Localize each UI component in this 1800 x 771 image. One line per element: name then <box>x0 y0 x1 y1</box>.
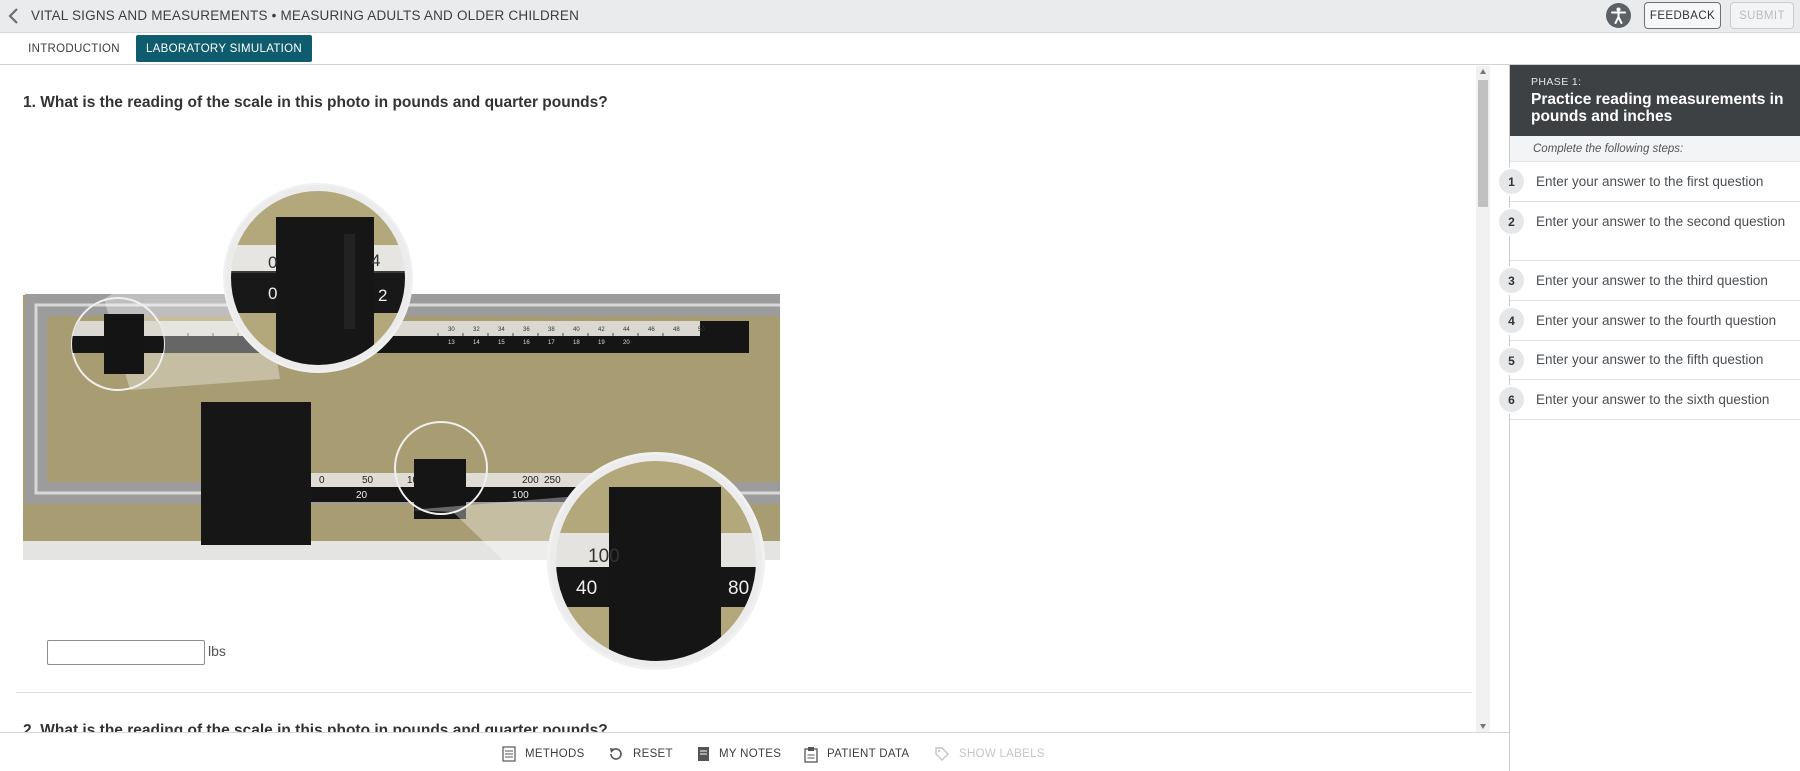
upper-beam-label: 42 <box>598 327 605 333</box>
show-labels-button[interactable]: SHOW LABELS <box>934 745 1045 763</box>
upper-beam-label: 50 <box>698 327 705 333</box>
question-1-text: 1. What is the reading of the scale in t… <box>23 94 608 111</box>
step-number: 6 <box>1497 385 1526 414</box>
upper-beam-label: 34 <box>498 327 505 333</box>
accessibility-icon[interactable] <box>1606 3 1631 28</box>
step-item[interactable]: 4 Enter your answer to the fourth questi… <box>1497 301 1800 341</box>
lower-beam-bottom-label: 100 <box>512 490 529 501</box>
my-notes-button[interactable]: MY NOTES <box>697 745 781 763</box>
patient-data-button[interactable]: PATIENT DATA <box>804 745 909 763</box>
lower-beam-label: 0 <box>319 475 325 486</box>
patient-data-label: PATIENT DATA <box>827 748 910 760</box>
upper-beam-lower-label: 17 <box>548 340 555 346</box>
phase-header: PHASE 1: Practice reading measurements i… <box>1510 65 1800 136</box>
scroll-up-icon[interactable] <box>1476 66 1490 78</box>
answer-input-1[interactable] <box>47 640 205 665</box>
zoom-bottom-lower-label: 40 <box>576 578 597 599</box>
steps-panel: PHASE 1: Practice reading measurements i… <box>1497 65 1800 771</box>
upper-beam-label: 36 <box>523 327 530 333</box>
step-item[interactable]: 6 Enter your answer to the sixth questio… <box>1497 380 1800 420</box>
zoom-top-label: 0 <box>268 253 277 272</box>
zoom-bottom-label: 100 <box>588 546 620 567</box>
scroll-thumb[interactable] <box>1478 80 1488 207</box>
zoom-top-lower-label: 0 <box>268 284 277 303</box>
lower-beam-label: 200 <box>522 475 539 486</box>
vertical-scrollbar[interactable] <box>1476 66 1490 732</box>
methods-icon <box>502 746 516 762</box>
reset-label: RESET <box>633 748 673 760</box>
step-number: 5 <box>1497 346 1526 375</box>
steps-intro: Complete the following steps: <box>1510 136 1800 162</box>
upper-beam-label: 30 <box>448 327 455 333</box>
top-bar: VITAL SIGNS AND MEASUREMENTS • MEASURING… <box>0 0 1800 33</box>
step-number: 2 <box>1497 207 1526 236</box>
upper-beam-lower-label: 14 <box>473 340 480 346</box>
step-number: 4 <box>1497 306 1526 335</box>
scroll-down-icon[interactable] <box>1476 720 1490 732</box>
step-item[interactable]: 2 Enter your answer to the second questi… <box>1497 202 1800 261</box>
upper-beam-label: 48 <box>673 327 680 333</box>
step-item[interactable]: 1 Enter your answer to the first questio… <box>1497 162 1800 202</box>
step-text: Enter your answer to the second question <box>1536 214 1786 229</box>
step-text: Enter your answer to the first question <box>1536 174 1764 189</box>
step-number: 3 <box>1497 266 1526 295</box>
chevron-left-icon[interactable] <box>4 6 24 26</box>
notes-icon <box>698 747 709 761</box>
methods-button[interactable]: METHODS <box>502 745 585 763</box>
step-number: 1 <box>1497 167 1526 196</box>
question-2-text: 2. What is the reading of the scale in t… <box>23 722 608 732</box>
zoom-bottom-lower-label: 80 <box>728 578 749 599</box>
step-text: Enter your answer to the sixth question <box>1536 392 1770 407</box>
lower-beam-label: 50 <box>362 475 374 486</box>
tab-bar: INTRODUCTION LABORATORY SIMULATION <box>0 33 1800 65</box>
step-item[interactable]: 5 Enter your answer to the fifth questio… <box>1497 341 1800 380</box>
divider <box>16 692 1472 693</box>
lower-beam-label: 250 <box>544 475 561 486</box>
show-labels-label: SHOW LABELS <box>959 748 1045 760</box>
methods-label: METHODS <box>525 748 585 760</box>
step-text: Enter your answer to the third question <box>1536 273 1768 288</box>
submit-button[interactable]: SUBMIT <box>1730 2 1794 29</box>
clipboard-icon <box>804 746 818 763</box>
upper-beam-lower-label: 18 <box>573 340 580 346</box>
upper-beam-lower-label: 15 <box>498 340 505 346</box>
zoom-top-lower-label: 2 <box>378 286 387 305</box>
unit-label: lbs <box>208 643 226 659</box>
upper-beam-label: 46 <box>648 327 655 333</box>
step-item[interactable]: 3 Enter your answer to the third questio… <box>1497 261 1800 301</box>
tab-laboratory-simulation[interactable]: LABORATORY SIMULATION <box>136 35 312 62</box>
step-text: Enter your answer to the fifth question <box>1536 352 1764 367</box>
bottom-toolbar: METHODS RESET MY NOTES PATIENT DATA SHOW… <box>0 732 1509 771</box>
upper-beam-label: 44 <box>623 327 630 333</box>
notes-label: MY NOTES <box>719 748 782 760</box>
upper-beam-lower-label: 20 <box>623 340 630 346</box>
zoom-top-label: 4 <box>371 251 380 270</box>
lower-beam-bottom-label: 20 <box>356 490 368 501</box>
upper-beam-lower-label: 19 <box>598 340 605 346</box>
scale-photo: 30 32 34 36 38 40 42 44 46 48 50 13 14 1… <box>23 183 780 672</box>
upper-beam-label: 38 <box>548 327 555 333</box>
step-text: Enter your answer to the fourth question <box>1536 313 1777 328</box>
upper-beam-label: 32 <box>473 327 480 333</box>
reset-button[interactable]: RESET <box>608 745 673 763</box>
tab-introduction[interactable]: INTRODUCTION <box>22 35 126 62</box>
phase-title: Practice reading measurements in pounds … <box>1531 91 1784 125</box>
question-area: 1. What is the reading of the scale in t… <box>0 66 1476 732</box>
feedback-button[interactable]: FEEDBACK <box>1644 2 1721 29</box>
phase-label: PHASE 1: <box>1531 76 1582 88</box>
tag-icon <box>935 747 949 761</box>
upper-beam-lower-label: 13 <box>448 340 455 346</box>
upper-beam-label: 40 <box>573 327 580 333</box>
reset-icon <box>610 748 622 760</box>
breadcrumb: VITAL SIGNS AND MEASUREMENTS • MEASURING… <box>31 8 580 23</box>
upper-beam-lower-label: 16 <box>523 340 530 346</box>
